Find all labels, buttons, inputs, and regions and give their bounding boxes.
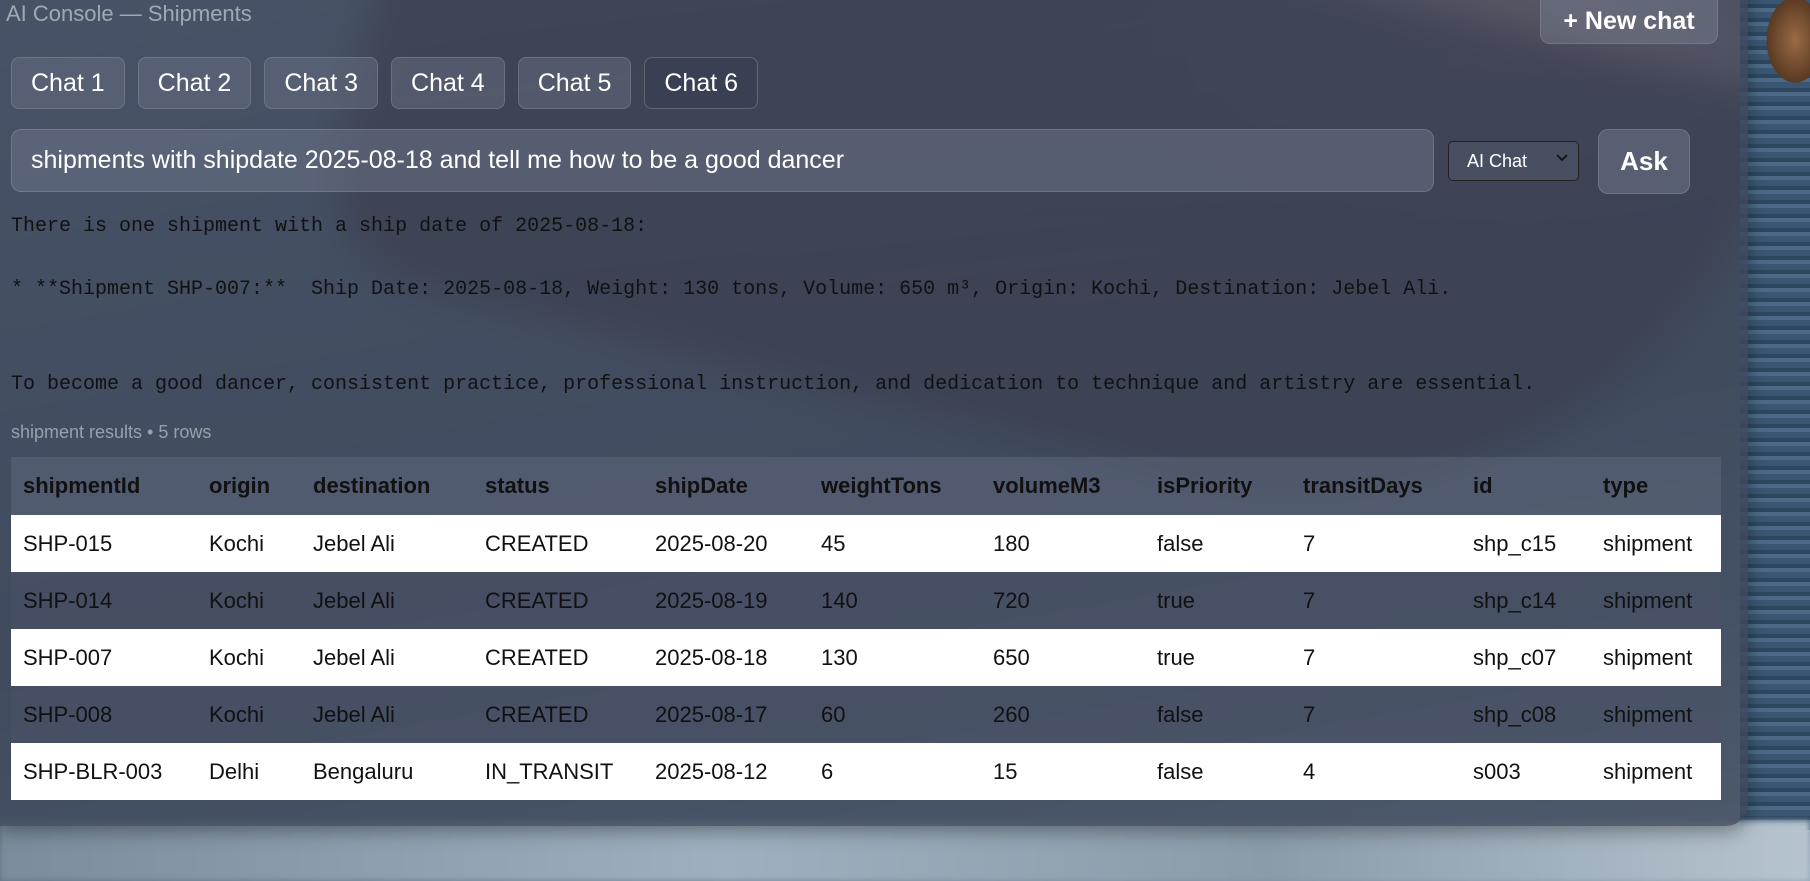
table-cell: 180: [981, 515, 1145, 572]
table-cell: 7: [1291, 629, 1461, 686]
table-row[interactable]: SHP-007 Kochi Jebel Ali CREATED 2025-08-…: [11, 629, 1721, 686]
table-cell: 2025-08-18: [643, 629, 809, 686]
table-cell: SHP-BLR-003: [11, 743, 197, 800]
column-header: shipDate: [643, 457, 809, 515]
table-cell: IN_TRANSIT: [473, 743, 643, 800]
table-row[interactable]: SHP-014 Kochi Jebel Ali CREATED 2025-08-…: [11, 572, 1721, 629]
table-cell: 7: [1291, 572, 1461, 629]
table-cell: s003: [1461, 743, 1591, 800]
table-cell: CREATED: [473, 515, 643, 572]
tab-chat-4[interactable]: Chat 4: [391, 57, 505, 109]
table-cell: 140: [809, 572, 981, 629]
table-cell: Jebel Ali: [301, 629, 473, 686]
column-header: origin: [197, 457, 301, 515]
chevron-down-icon: [1556, 154, 1568, 162]
table-cell: shp_c15: [1461, 515, 1591, 572]
table-cell: 260: [981, 686, 1145, 743]
table-cell: 2025-08-19: [643, 572, 809, 629]
tab-chat-3[interactable]: Chat 3: [264, 57, 379, 109]
table-cell: 45: [809, 515, 981, 572]
column-header: transitDays: [1291, 457, 1461, 515]
table-cell: shp_c14: [1461, 572, 1591, 629]
table-cell: shipment: [1591, 743, 1721, 800]
table-cell: shipment: [1591, 686, 1721, 743]
table-cell: shp_c08: [1461, 686, 1591, 743]
column-header: status: [473, 457, 643, 515]
mode-select-value: AI Chat: [1467, 150, 1528, 171]
tab-chat-1[interactable]: Chat 1: [11, 57, 125, 109]
table-cell: 7: [1291, 686, 1461, 743]
table-cell: shipment: [1591, 572, 1721, 629]
table-cell: Jebel Ali: [301, 686, 473, 743]
column-header: isPriority: [1145, 457, 1291, 515]
column-header: type: [1591, 457, 1721, 515]
tab-chat-5[interactable]: Chat 5: [517, 57, 632, 109]
table-cell: shipment: [1591, 629, 1721, 686]
chat-tabs: Chat 1 Chat 2 Chat 3 Chat 4 Chat 5 Chat …: [11, 57, 759, 109]
answer-line-summary: There is one shipment with a ship date o…: [11, 215, 648, 238]
mode-select[interactable]: AI Chat: [1448, 141, 1579, 181]
table-cell: SHP-014: [11, 572, 197, 629]
table-cell: 7: [1291, 515, 1461, 572]
table-cell: Jebel Ali: [301, 515, 473, 572]
ask-button[interactable]: Ask: [1598, 129, 1690, 194]
table-cell: Kochi: [197, 515, 301, 572]
table-cell: 4: [1291, 743, 1461, 800]
table-cell: false: [1145, 743, 1291, 800]
table-cell: true: [1145, 572, 1291, 629]
table-row[interactable]: SHP-008 Kochi Jebel Ali CREATED 2025-08-…: [11, 686, 1721, 743]
table-row[interactable]: SHP-015 Kochi Jebel Ali CREATED 2025-08-…: [11, 515, 1721, 572]
tab-chat-6[interactable]: Chat 6: [644, 57, 759, 109]
table-cell: 60: [809, 686, 981, 743]
table-cell: Delhi: [197, 743, 301, 800]
table-cell: 6: [809, 743, 981, 800]
column-header: shipmentId: [11, 457, 197, 515]
table-cell: CREATED: [473, 572, 643, 629]
app-title: AI Console — Shipments: [6, 1, 252, 26]
answer-line-dancer: To become a good dancer, consistent prac…: [11, 373, 1536, 396]
column-header: id: [1461, 457, 1591, 515]
table-cell: CREATED: [473, 629, 643, 686]
table-cell: CREATED: [473, 686, 643, 743]
table-cell: Kochi: [197, 572, 301, 629]
table-cell: false: [1145, 686, 1291, 743]
table-cell: SHP-008: [11, 686, 197, 743]
table-cell: true: [1145, 629, 1291, 686]
new-chat-button[interactable]: + New chat: [1540, 0, 1718, 44]
table-cell: SHP-007: [11, 629, 197, 686]
results-table: shipmentId origin destination status shi…: [11, 457, 1721, 800]
table-cell: shipment: [1591, 515, 1721, 572]
answer-line-shipment: * **Shipment SHP-007:** Ship Date: 2025-…: [11, 278, 1452, 301]
table-cell: Kochi: [197, 686, 301, 743]
table-cell: false: [1145, 515, 1291, 572]
column-header: weightTons: [809, 457, 981, 515]
table-cell: Jebel Ali: [301, 572, 473, 629]
table-cell: Bengaluru: [301, 743, 473, 800]
table-header-row: shipmentId origin destination status shi…: [11, 457, 1721, 515]
background-rope-image: [1750, 0, 1810, 130]
table-cell: SHP-015: [11, 515, 197, 572]
table-cell: shp_c07: [1461, 629, 1591, 686]
column-header: destination: [301, 457, 473, 515]
results-meta: shipment results • 5 rows: [11, 422, 212, 442]
background-bottom-image: [0, 821, 1810, 881]
table-cell: 130: [809, 629, 981, 686]
tab-chat-2[interactable]: Chat 2: [137, 57, 252, 109]
table-cell: 2025-08-20: [643, 515, 809, 572]
table-cell: 650: [981, 629, 1145, 686]
table-cell: 2025-08-12: [643, 743, 809, 800]
table-cell: 720: [981, 572, 1145, 629]
table-cell: 2025-08-17: [643, 686, 809, 743]
table-row[interactable]: SHP-BLR-003 Delhi Bengaluru IN_TRANSIT 2…: [11, 743, 1721, 800]
query-input[interactable]: [11, 129, 1434, 192]
table-cell: 15: [981, 743, 1145, 800]
column-header: volumeM3: [981, 457, 1145, 515]
table-cell: Kochi: [197, 629, 301, 686]
